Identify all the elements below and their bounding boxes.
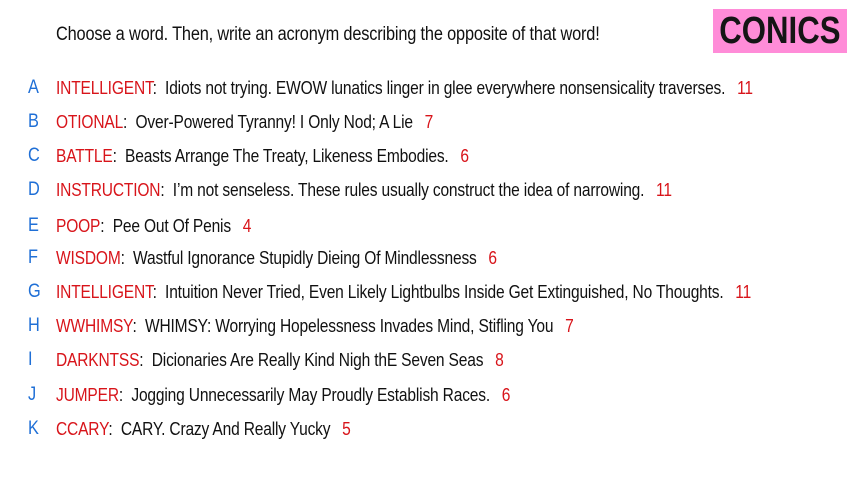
entry-line: CCARY: CARY. Crazy And Really Yucky 5 [56, 418, 351, 440]
entry-colon: : [139, 349, 152, 370]
logo-text: CONICS [719, 9, 841, 52]
entry-word: OTIONAL [56, 111, 124, 132]
conics-logo: CONICS [713, 9, 847, 53]
entry-word: CCARY [56, 418, 109, 439]
entry-acronym-text: Beasts Arrange The Treaty, Likeness Embo… [125, 145, 449, 166]
entry-word: INTELLIGENT [56, 77, 153, 98]
entry-colon: : [132, 315, 145, 336]
entry-line: INTELLIGENT: Intuition Never Tried, Even… [56, 281, 751, 303]
entry-colon: : [152, 281, 166, 302]
entry-acronym-text: Intuition Never Tried, Even Likely Light… [165, 281, 724, 302]
entry-word: JUMPER [56, 384, 119, 405]
entry-letter: B [28, 111, 39, 132]
entry-score: 4 [242, 215, 252, 236]
entry-word: POOP [56, 215, 101, 236]
entry-colon: : [120, 247, 134, 268]
entry-score: 6 [488, 247, 497, 268]
entry-acronym-text: Dicionaries Are Really Kind Nigh thE Sev… [151, 349, 484, 370]
entry-letter: K [28, 418, 39, 439]
entry-acronym-text: Wastful Ignorance Stupidly Dieing Of Min… [133, 247, 477, 268]
entry-acronym-text: Pee Out Of Penis [112, 215, 231, 236]
entry-word: WWHIMSY [56, 315, 133, 336]
entry-score: 8 [495, 349, 504, 370]
entry-letter: D [28, 179, 40, 200]
entry-acronym-text: CARY. Crazy And Really Yucky [120, 418, 331, 439]
entry-word: BATTLE [56, 145, 113, 166]
entry-score: 6 [501, 384, 511, 405]
entry-colon: : [112, 145, 126, 166]
entry-letter: H [28, 315, 40, 336]
entry-line: JUMPER: Jogging Unnecessarily May Proudl… [56, 384, 510, 406]
entry-word: DARKNTSS [56, 349, 140, 370]
entry-score: 11 [656, 179, 672, 200]
entry-line: POOP: Pee Out Of Penis 4 [56, 215, 251, 237]
entry-word: WISDOM [56, 247, 121, 268]
entry-acronym-text: WHIMSY: Worrying Hopelessness Invades Mi… [144, 315, 554, 336]
entry-colon: : [100, 215, 113, 236]
entry-letter: I [28, 349, 33, 370]
entry-colon: : [108, 418, 121, 439]
entry-letter: J [28, 384, 37, 405]
entry-score: 11 [737, 77, 753, 98]
entry-acronym-text: Jogging Unnecessarily May Proudly Establ… [131, 384, 491, 405]
entry-score: 11 [735, 281, 752, 302]
entry-word: INTELLIGENT [56, 281, 153, 302]
entry-colon: : [160, 179, 173, 200]
entry-line: INSTRUCTION: I’m not senseless. These ru… [56, 179, 672, 201]
entry-line: INTELLIGENT: Idiots not trying. EWOW lun… [56, 77, 753, 99]
entry-line: WISDOM: Wastful Ignorance Stupidly Diein… [56, 247, 497, 269]
entry-letter: G [28, 281, 41, 302]
entry-letter: A [28, 77, 39, 98]
entry-word: INSTRUCTION [56, 179, 161, 200]
prompt-text: Choose a word. Then, write an acronym de… [56, 24, 600, 45]
entry-score: 7 [424, 111, 434, 132]
entry-colon: : [123, 111, 136, 132]
entry-score: 7 [565, 315, 574, 336]
entry-acronym-text: Over-Powered Tyranny! I Only Nod; A Lie [135, 111, 413, 132]
entry-acronym-text: I’m not senseless. These rules usually c… [172, 179, 645, 200]
entry-colon: : [118, 384, 132, 405]
entry-line: OTIONAL: Over-Powered Tyranny! I Only No… [56, 111, 433, 133]
entry-score: 5 [342, 418, 351, 439]
entry-letter: C [28, 145, 40, 166]
entry-letter: E [28, 215, 39, 236]
entry-line: WWHIMSY: WHIMSY: Worrying Hopelessness I… [56, 315, 574, 337]
entry-letter: F [28, 247, 38, 268]
entry-score: 6 [460, 145, 469, 166]
entry-line: BATTLE: Beasts Arrange The Treaty, Liken… [56, 145, 469, 167]
entry-line: DARKNTSS: Dicionaries Are Really Kind Ni… [56, 349, 504, 371]
entry-colon: : [152, 77, 166, 98]
entry-acronym-text: Idiots not trying. EWOW lunatics linger … [165, 77, 726, 98]
